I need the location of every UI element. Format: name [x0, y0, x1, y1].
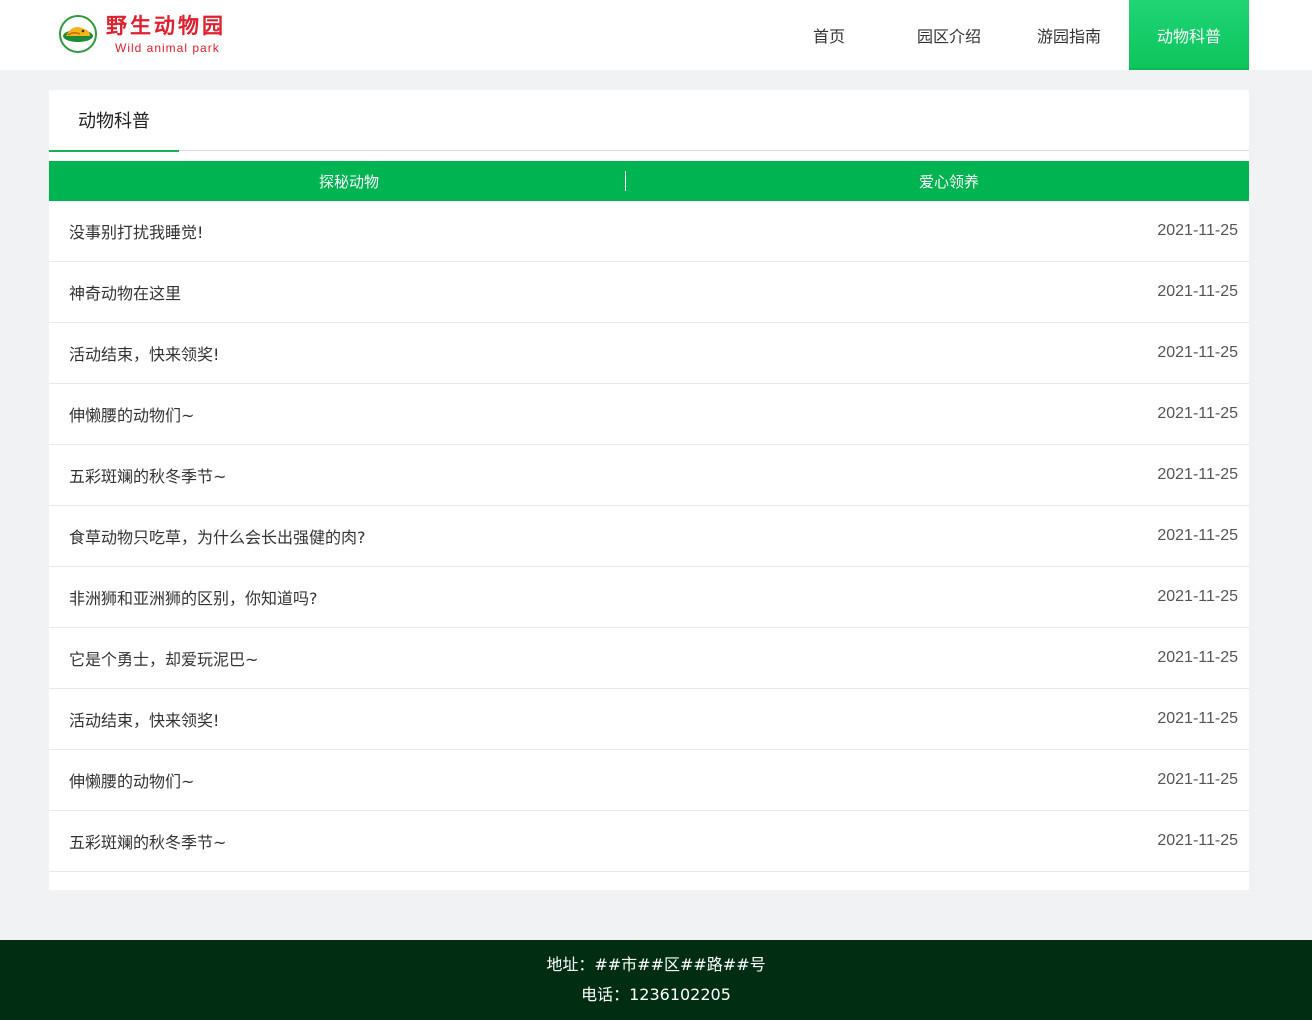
- list-item[interactable]: 五彩斑斓的秋冬季节~ 2021-11-25: [49, 445, 1249, 506]
- tab-divider: [625, 171, 626, 191]
- footer-phone: 电话：1236102205: [581, 985, 731, 1004]
- content-panel: 动物科普 探秘动物 爱心领养 没事别打扰我睡觉! 2021-11-25 神奇动物在…: [49, 90, 1249, 890]
- list-item[interactable]: 伸懒腰的动物们~ 2021-11-25: [49, 384, 1249, 445]
- article-date: 2021-11-25: [1157, 283, 1238, 300]
- article-title: 活动结束，快来领奖!: [69, 345, 220, 364]
- article-title: 非洲狮和亚洲狮的区别，你知道吗?: [69, 589, 318, 608]
- article-title: 伸懒腰的动物们~: [69, 772, 195, 791]
- list-item[interactable]: 活动结束，快来领奖! 2021-11-25: [49, 323, 1249, 384]
- brand-name-cn: 野生动物园: [106, 12, 226, 38]
- list-item[interactable]: 五彩斑斓的秋冬季节~ 2021-11-25: [49, 811, 1249, 872]
- article-date: 2021-11-25: [1157, 771, 1238, 788]
- article-date: 2021-11-25: [1157, 649, 1238, 666]
- article-title: 神奇动物在这里: [69, 284, 182, 303]
- article-title: 五彩斑斓的秋冬季节~: [69, 833, 227, 852]
- article-date: 2021-11-25: [1157, 344, 1238, 361]
- nav-animal-science[interactable]: 动物科普: [1129, 0, 1249, 70]
- article-title: 伸懒腰的动物们~: [69, 406, 195, 425]
- article-title: 它是个勇士，却爱玩泥巴~: [69, 650, 259, 669]
- list-item[interactable]: 它是个勇士，却爱玩泥巴~ 2021-11-25: [49, 628, 1249, 689]
- nav-visit-guide[interactable]: 游园指南: [1009, 0, 1129, 70]
- list-item[interactable]: 非洲狮和亚洲狮的区别，你知道吗? 2021-11-25: [49, 567, 1249, 628]
- tab-adopt[interactable]: 爱心领养: [649, 161, 1249, 201]
- tab-explore-animals[interactable]: 探秘动物: [49, 161, 649, 201]
- nav-park-intro[interactable]: 园区介绍: [889, 0, 1009, 70]
- site-logo[interactable]: 野生动物园 Wild animal park: [58, 12, 226, 56]
- article-date: 2021-11-25: [1157, 527, 1238, 544]
- category-tabs: 探秘动物 爱心领养: [49, 161, 1249, 201]
- list-item[interactable]: 食草动物只吃草，为什么会长出强健的肉? 2021-11-25: [49, 506, 1249, 567]
- elephant-logo-icon: [59, 15, 97, 53]
- article-title: 活动结束，快来领奖!: [69, 711, 220, 730]
- article-date: 2021-11-25: [1157, 710, 1238, 727]
- article-date: 2021-11-25: [1157, 222, 1238, 239]
- footer-address: 地址：##市##区##路##号: [546, 955, 766, 974]
- main-nav: 首页 园区介绍 游园指南 动物科普: [769, 0, 1249, 70]
- article-title: 食草动物只吃草，为什么会长出强健的肉?: [69, 528, 366, 547]
- article-date: 2021-11-25: [1157, 588, 1238, 605]
- site-footer: 地址：##市##区##路##号 电话：1236102205: [0, 940, 1312, 1020]
- article-date: 2021-11-25: [1157, 466, 1238, 483]
- article-title: 五彩斑斓的秋冬季节~: [69, 467, 227, 486]
- list-item[interactable]: 神奇动物在这里 2021-11-25: [49, 262, 1249, 323]
- site-header: 野生动物园 Wild animal park 首页 园区介绍 游园指南 动物科普: [0, 0, 1312, 70]
- list-item[interactable]: 没事别打扰我睡觉! 2021-11-25: [49, 201, 1249, 262]
- brand-name-en: Wild animal park: [115, 40, 220, 55]
- list-item[interactable]: 活动结束，快来领奖! 2021-11-25: [49, 689, 1249, 750]
- nav-home[interactable]: 首页: [769, 0, 889, 70]
- list-item[interactable]: 伸懒腰的动物们~ 2021-11-25: [49, 750, 1249, 811]
- article-title: 没事别打扰我睡觉!: [69, 223, 204, 242]
- article-date: 2021-11-25: [1157, 405, 1238, 422]
- section-header: 动物科普: [49, 90, 1249, 152]
- section-title: 动物科普: [49, 90, 179, 152]
- article-list: 没事别打扰我睡觉! 2021-11-25 神奇动物在这里 2021-11-25 活动…: [49, 201, 1249, 872]
- article-date: 2021-11-25: [1157, 832, 1238, 849]
